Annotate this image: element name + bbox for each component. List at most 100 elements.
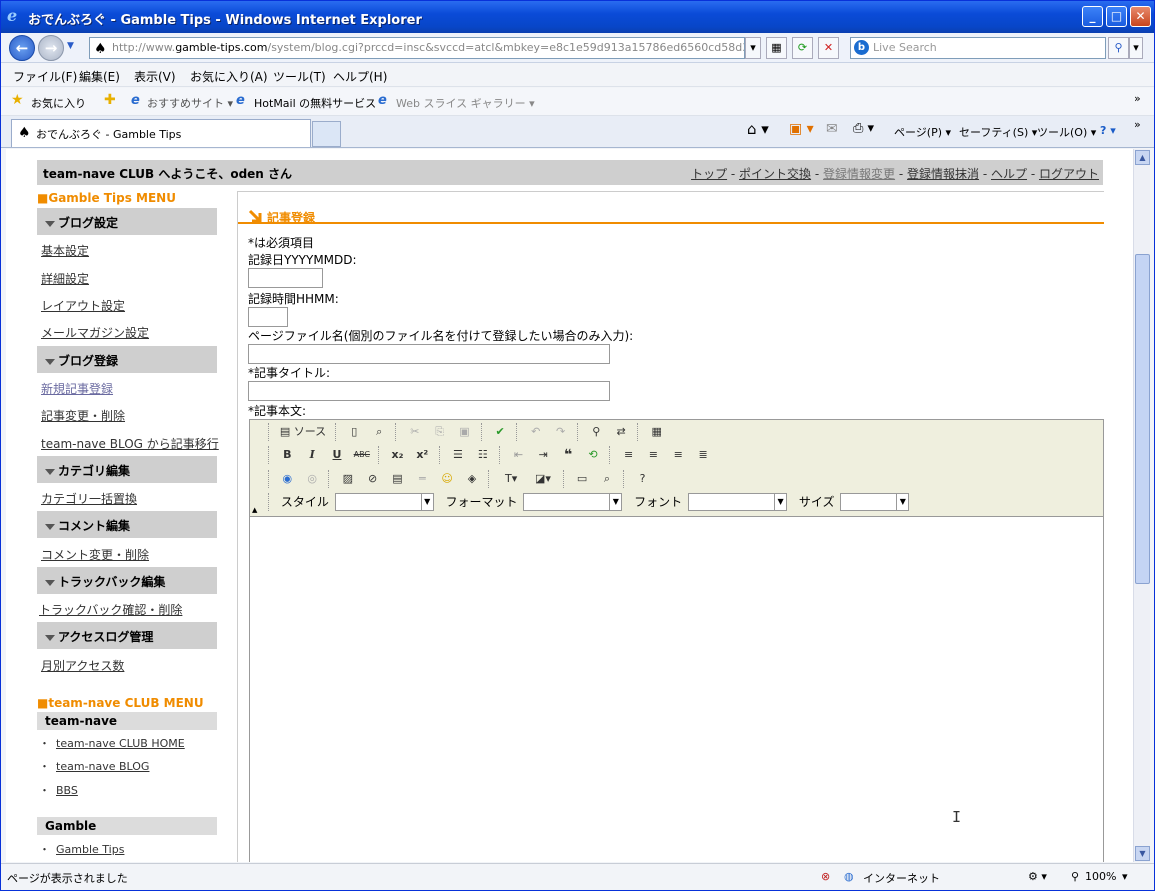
zoom-level[interactable]: 100% xyxy=(1085,870,1116,883)
link-help[interactable]: ヘルプ xyxy=(991,167,1027,181)
bold-icon[interactable]: B xyxy=(277,445,298,465)
replace-icon[interactable]: ⇄ xyxy=(611,422,632,442)
smiley-icon[interactable]: ☺ xyxy=(437,469,458,489)
subscript-icon[interactable]: x₂ xyxy=(387,445,408,465)
new-page-icon[interactable]: ▯ xyxy=(344,422,365,442)
menu-favorites[interactable]: お気に入り(A) xyxy=(190,68,268,85)
size-select[interactable]: ▼ xyxy=(840,493,910,511)
special-char-icon[interactable]: ◈ xyxy=(461,469,482,489)
spellcheck-icon[interactable]: ✔ xyxy=(490,422,511,442)
image-icon[interactable]: ▨ xyxy=(337,469,358,489)
maximize-editor-icon[interactable]: ▭ xyxy=(572,469,593,489)
link-basic-settings[interactable]: 基本設定 xyxy=(41,242,89,259)
menu-edit[interactable]: 編集(E) xyxy=(79,68,120,85)
link-logout[interactable]: ログアウト xyxy=(1039,167,1099,181)
date-input[interactable] xyxy=(248,268,323,288)
style-select[interactable]: ▼ xyxy=(334,493,434,511)
link-club-home[interactable]: team-nave CLUB HOME xyxy=(56,737,185,750)
vertical-scrollbar[interactable]: ▲ ▼ xyxy=(1133,149,1150,862)
align-right-icon[interactable]: ≡ xyxy=(668,445,689,465)
link-migrate-article[interactable]: team-nave BLOG から記事移行 xyxy=(41,435,219,452)
link-monthly-access[interactable]: 月別アクセス数 xyxy=(41,657,124,674)
maximize-button[interactable]: □ xyxy=(1106,6,1127,27)
cmdbar-overflow-icon[interactable]: » xyxy=(1134,118,1141,131)
unlink-icon[interactable]: ◎ xyxy=(302,469,323,489)
outdent-icon[interactable]: ⇤ xyxy=(508,445,529,465)
close-button[interactable]: ✕ xyxy=(1130,6,1151,27)
filename-input[interactable] xyxy=(248,344,610,364)
source-button[interactable]: ▤ ソース xyxy=(277,422,329,442)
compat-view-icon[interactable]: ▦ xyxy=(766,37,787,59)
tab-gamble-tips[interactable]: ♠ おでんぶろぐ - Gamble Tips xyxy=(11,119,311,147)
show-blocks-icon[interactable]: ⌕ xyxy=(596,469,617,489)
menu-help[interactable]: ヘルプ(H) xyxy=(333,68,387,85)
link-bbs[interactable]: BBS xyxy=(56,784,78,797)
link-club-blog[interactable]: team-nave BLOG xyxy=(56,760,149,773)
page-menu[interactable]: ページ(P) ▾ xyxy=(894,124,951,140)
strikethrough-icon[interactable]: ABC xyxy=(351,445,372,465)
editor-body[interactable] xyxy=(250,517,1103,862)
link-detail-settings[interactable]: 詳細設定 xyxy=(41,270,89,287)
safety-menu[interactable]: セーフティ(S) ▾ xyxy=(959,124,1037,140)
link-category-replace[interactable]: カテゴリ一括置換 xyxy=(41,490,137,507)
bulleted-list-icon[interactable]: ☷ xyxy=(472,445,493,465)
about-icon[interactable]: ? xyxy=(632,469,653,489)
search-input[interactable]: b Live Search xyxy=(850,37,1106,59)
menu-view[interactable]: 表示(V) xyxy=(134,68,176,85)
search-options-icon[interactable]: ▾ xyxy=(1129,37,1143,59)
horizontal-rule-icon[interactable]: ═ xyxy=(412,469,433,489)
webslice-link[interactable]: Web スライス ギャラリー ▾ xyxy=(396,95,535,111)
refresh-icon[interactable]: ⟳ xyxy=(792,37,813,59)
redo-icon[interactable]: ↷ xyxy=(550,422,571,442)
add-favorite-icon[interactable]: ✚ xyxy=(104,92,116,108)
protected-mode-icon[interactable]: ⊗ xyxy=(821,870,830,883)
scroll-up-icon[interactable]: ▲ xyxy=(1135,150,1150,165)
tools-menu[interactable]: ツール(O) ▾ xyxy=(1037,124,1096,140)
link-top[interactable]: トップ xyxy=(691,167,727,181)
link-points[interactable]: ポイント交換 xyxy=(739,167,811,181)
link-edit-info[interactable]: 登録情報変更 xyxy=(823,167,895,181)
hotmail-link[interactable]: HotMail の無料サービス xyxy=(254,95,376,111)
security-zone-icon[interactable]: ⚙ ▾ xyxy=(1028,870,1047,883)
indent-icon[interactable]: ⇥ xyxy=(533,445,554,465)
blockquote-icon[interactable]: ❝ xyxy=(558,445,579,465)
forward-button[interactable]: → xyxy=(38,35,64,61)
link-gamble-tips[interactable]: Gamble Tips xyxy=(56,843,124,856)
mail-icon[interactable]: ✉ xyxy=(826,121,838,137)
back-button[interactable]: ← xyxy=(9,35,35,61)
justify-icon[interactable]: ≣ xyxy=(693,445,714,465)
feeds-icon[interactable]: ▣ ▾ xyxy=(789,121,814,137)
link-icon[interactable]: ◉ xyxy=(277,469,298,489)
select-all-icon[interactable]: ▦ xyxy=(646,422,667,442)
underline-icon[interactable]: U xyxy=(326,445,347,465)
font-select[interactable]: ▼ xyxy=(688,493,788,511)
address-dropdown-icon[interactable]: ▾ xyxy=(745,37,761,59)
address-input[interactable]: ♠ http://www.gamble-tips.com/system/blog… xyxy=(89,37,745,59)
help-menu[interactable]: ? ▾ xyxy=(1100,124,1116,137)
flash-icon[interactable]: ⊘ xyxy=(362,469,383,489)
link-trackback-check[interactable]: トラックバック確認・削除 xyxy=(39,601,182,618)
copy-icon[interactable]: ⎘ xyxy=(429,422,450,442)
scroll-thumb[interactable] xyxy=(1135,254,1150,584)
menu-file[interactable]: ファイル(F) xyxy=(13,68,77,85)
menu-tools[interactable]: ツール(T) xyxy=(273,68,326,85)
paste-icon[interactable]: ▣ xyxy=(454,422,475,442)
cut-icon[interactable]: ✂ xyxy=(404,422,425,442)
italic-icon[interactable]: I xyxy=(302,445,323,465)
link-mailmagazine-settings[interactable]: メールマガジン設定 xyxy=(41,324,149,341)
format-select[interactable]: ▼ xyxy=(523,493,623,511)
bg-color-icon[interactable]: ◪▾ xyxy=(529,469,557,489)
link-comment-edit[interactable]: コメント変更・削除 xyxy=(41,546,149,563)
preview-icon[interactable]: ⌕ xyxy=(369,422,390,442)
link-new-article[interactable]: 新規記事登録 xyxy=(41,380,113,397)
favorites-button[interactable]: お気に入り xyxy=(31,95,86,111)
favbar-overflow-icon[interactable]: » xyxy=(1134,92,1141,105)
collapse-toolbar-icon[interactable]: ▲ xyxy=(252,506,257,514)
minimize-button[interactable]: _ xyxy=(1082,6,1103,27)
undo-icon[interactable]: ↶ xyxy=(525,422,546,442)
home-icon[interactable]: ⌂ ▾ xyxy=(747,120,769,138)
print-icon[interactable]: ⎙ ▾ xyxy=(853,121,874,136)
link-layout-settings[interactable]: レイアウト設定 xyxy=(41,297,125,314)
link-edit-article[interactable]: 記事変更・削除 xyxy=(41,407,125,424)
new-tab-button[interactable] xyxy=(312,121,341,147)
